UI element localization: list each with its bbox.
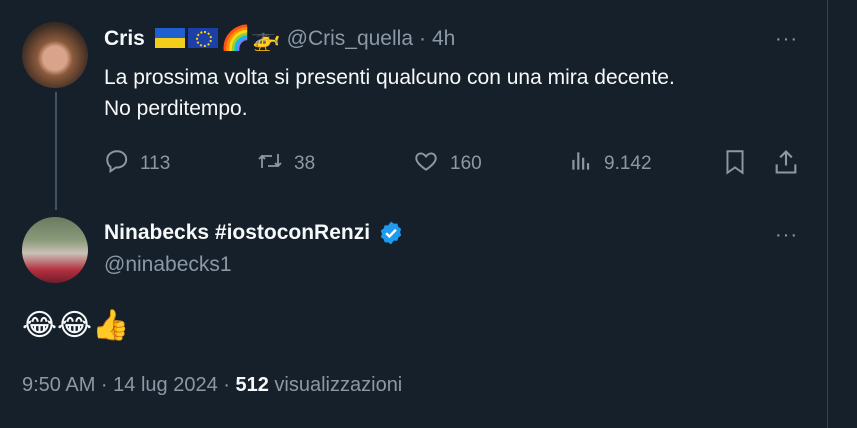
tweet-header: Ninabecks #iostoconRenzi — [104, 220, 404, 246]
analytics-icon — [568, 148, 594, 180]
author-handle[interactable]: @Cris_quella — [287, 27, 413, 51]
separator: · — [419, 26, 426, 50]
tweet-meta: 9:50 AM · 14 lug 2024 · 512 visualizzazi… — [22, 374, 402, 397]
more-options-icon[interactable]: ··· — [775, 224, 798, 247]
retweet-count: 38 — [294, 153, 316, 174]
tweet-text: 😂😂👍 — [22, 309, 130, 342]
author-name[interactable]: Ninabecks #iostoconRenzi — [104, 221, 370, 245]
flag-eu-icon — [187, 27, 221, 50]
tweet-text-line: No perditempo. — [104, 97, 248, 120]
author-handle[interactable]: @ninabecks1 — [104, 253, 232, 277]
views-label: visualizzazioni — [274, 374, 403, 396]
share-button[interactable] — [772, 148, 800, 181]
tweet-timestamp[interactable]: 9:50 AM · 14 lug 2024 · — [22, 374, 230, 396]
thread-connector — [55, 92, 57, 210]
bookmark-icon — [722, 150, 748, 180]
verified-badge-icon — [378, 220, 404, 246]
like-button[interactable]: 160 — [412, 148, 482, 180]
avatar[interactable] — [22, 217, 88, 283]
tweet-time[interactable]: 4h — [432, 27, 455, 51]
author-emojis: 🌈🚁 — [220, 25, 281, 52]
tweet-header: Cris 🌈🚁 @Cris_quella · 4h — [104, 24, 455, 53]
reply-button[interactable]: 113 — [104, 148, 170, 180]
avatar[interactable] — [22, 22, 88, 88]
more-options-icon[interactable]: ··· — [775, 28, 798, 51]
views-count: 512 — [235, 374, 269, 396]
share-icon — [772, 150, 800, 180]
reply-count: 113 — [140, 153, 171, 174]
flag-ukraine-icon — [154, 27, 188, 50]
heart-icon — [412, 148, 440, 180]
retweet-button[interactable]: 38 — [256, 148, 315, 180]
tweet-text-line: La prossima volta si presenti qualcuno c… — [104, 66, 675, 89]
column-border — [827, 0, 828, 428]
tweet-text: La prossima volta si presenti qualcuno c… — [104, 62, 814, 124]
author-name[interactable]: Cris — [104, 27, 145, 51]
retweet-icon — [256, 148, 284, 180]
like-count: 160 — [450, 153, 482, 174]
bookmark-button[interactable] — [722, 148, 748, 181]
views-button[interactable]: 9.142 — [568, 148, 652, 180]
reply-icon — [104, 148, 130, 180]
view-count: 9.142 — [604, 153, 652, 174]
